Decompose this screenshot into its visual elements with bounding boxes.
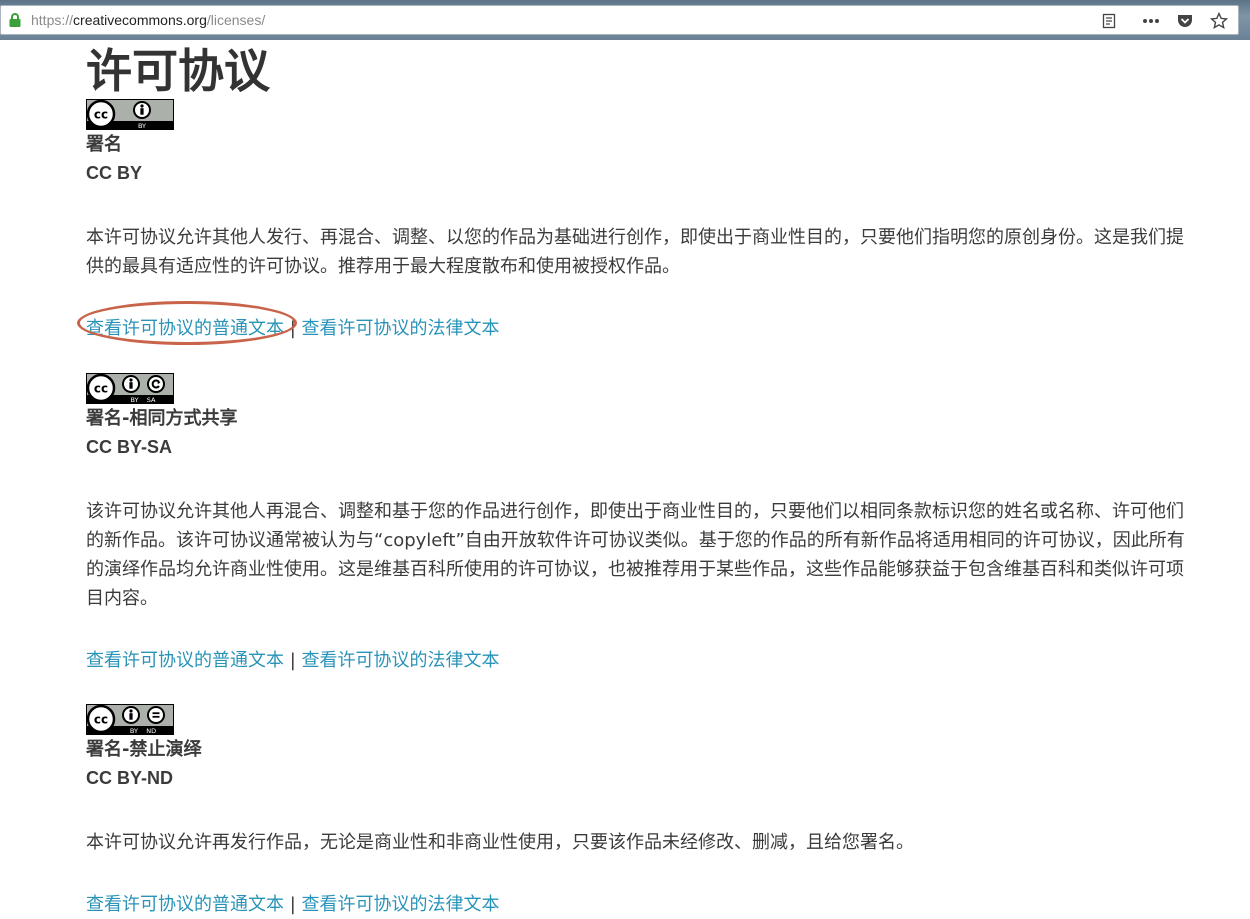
lock-icon <box>9 13 21 27</box>
license-links: 查看许可协议的普通文本 | 查看许可协议的法律文本 <box>77 301 1196 345</box>
url-scheme: https:// <box>31 12 74 28</box>
cc-by-nd-badge[interactable]: cc BY ND <box>86 704 174 735</box>
address-bar-actions <box>1086 10 1230 32</box>
legal-code-link[interactable]: 查看许可协议的法律文本 <box>302 318 500 339</box>
legal-code-link[interactable]: 查看许可协议的法律文本 <box>302 650 500 671</box>
url-host: creativecommons.org <box>73 12 207 28</box>
page-title: 许可协议 <box>86 45 270 97</box>
badge-text: BY <box>138 122 146 130</box>
link-separator: | <box>284 894 302 915</box>
page-content: 许可协议 cc BY 署名 CC BY 本许可协议允许其他人发行、再混合、调整、… <box>77 40 1196 915</box>
license-cc-by: cc BY 署名 CC BY 本许可协议允许其他人发行、再混合、调整、以您的作品… <box>77 99 1196 345</box>
reader-view-icon[interactable] <box>1098 10 1120 32</box>
link-separator: | <box>284 650 302 671</box>
cc-by-sa-badge[interactable]: cc BY SA <box>86 373 174 404</box>
license-description: 该许可协议允许其他人再混合、调整和基于您的作品进行创作，即使出于商业性目的，只要… <box>86 501 1185 609</box>
license-code: CC BY <box>86 163 143 183</box>
deed-link[interactable]: 查看许可协议的普通文本 <box>86 318 284 339</box>
svg-text:cc: cc <box>94 382 108 396</box>
badge-text: BY SA <box>130 396 156 404</box>
license-cc-by-nd: cc BY ND 署名-禁止演绎 CC BY-ND 本许可协议允许再发行作品，无… <box>86 704 1196 919</box>
more-actions-icon[interactable] <box>1140 10 1162 32</box>
license-name: 署名 <box>86 134 122 155</box>
pocket-icon[interactable] <box>1174 10 1196 32</box>
cc-by-badge[interactable]: cc BY <box>86 99 174 130</box>
legal-code-link[interactable]: 查看许可协议的法律文本 <box>302 894 500 915</box>
bookmark-star-icon[interactable] <box>1208 10 1230 32</box>
license-code: CC BY-ND <box>86 768 174 788</box>
browser-toolbar: https://creativecommons.org/licenses/ <box>0 0 1250 40</box>
svg-text:cc: cc <box>94 713 108 727</box>
license-cc-by-sa: cc BY SA 署名-相同方式共享 CC BY-SA 该许可协议允许其他人再混… <box>86 373 1196 675</box>
license-name: 署名-禁止演绎 <box>86 739 202 760</box>
deed-link[interactable]: 查看许可协议的普通文本 <box>86 650 284 671</box>
license-description: 本许可协议允许其他人发行、再混合、调整、以您的作品为基础进行创作，即使出于商业性… <box>86 227 1184 277</box>
link-separator: | <box>284 318 302 339</box>
license-links: 查看许可协议的普通文本 | 查看许可协议的法律文本 <box>86 890 1196 919</box>
address-bar[interactable]: https://creativecommons.org/licenses/ <box>0 5 1239 35</box>
license-links: 查看许可协议的普通文本 | 查看许可协议的法律文本 <box>86 646 1196 675</box>
svg-text:cc: cc <box>94 108 108 122</box>
url-path: /licenses/ <box>206 12 266 28</box>
license-description: 本许可协议允许再发行作品，无论是商业性和非商业性使用，只要该作品未经修改、删减，… <box>86 832 914 853</box>
license-name: 署名-相同方式共享 <box>86 408 238 429</box>
url-text[interactable]: https://creativecommons.org/licenses/ <box>31 12 265 28</box>
deed-link[interactable]: 查看许可协议的普通文本 <box>86 894 284 915</box>
badge-text: BY ND <box>130 727 156 735</box>
license-code: CC BY-SA <box>86 437 173 457</box>
